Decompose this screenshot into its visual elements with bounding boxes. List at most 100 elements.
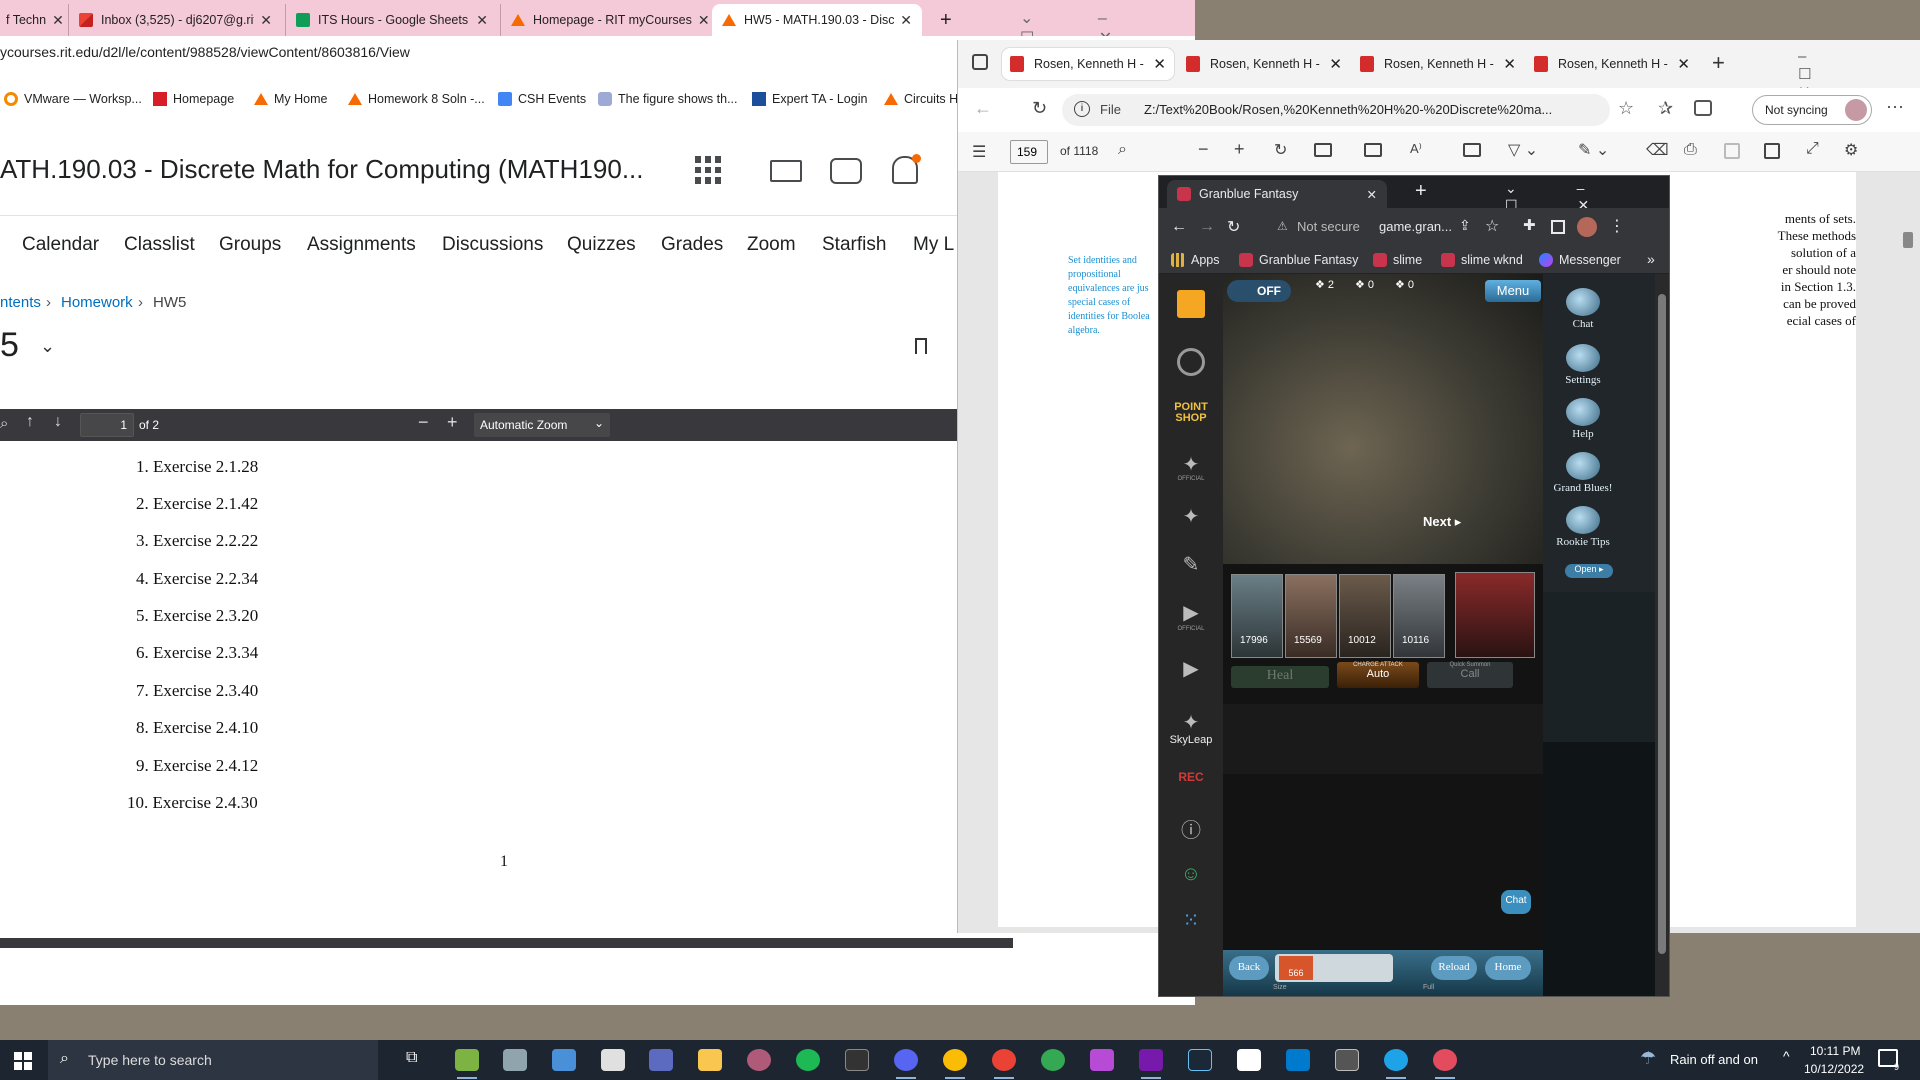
tab-actions-icon[interactable]: [972, 54, 988, 70]
nav-more[interactable]: My L: [913, 234, 954, 256]
scrollbar[interactable]: [1655, 274, 1669, 996]
refresh-icon[interactable]: ↻: [1032, 98, 1047, 119]
breadcrumb-content[interactable]: ntents: [0, 294, 41, 311]
close-icon[interactable]: ✕: [692, 12, 710, 29]
twitter-icon[interactable]: ✦: [1173, 498, 1209, 534]
chevron-up-icon[interactable]: ^: [1783, 1048, 1790, 1064]
quick-summon-button[interactable]: Quick Summon Call: [1427, 662, 1513, 688]
bookmark-csh-events[interactable]: CSH Events: [498, 92, 586, 106]
chrome-icon[interactable]: [1041, 1049, 1065, 1071]
video-icon[interactable]: ▶: [1173, 650, 1209, 686]
highlight-icon[interactable]: ✎ ⌄: [1578, 140, 1609, 160]
tab-hw5[interactable]: HW5 - MATH.190.03 - Discre ✕: [712, 4, 922, 36]
url-field[interactable]: i File Z:/Text%20Book/Rosen,%20Kenneth%2…: [1062, 94, 1610, 126]
summon-card[interactable]: [1455, 572, 1535, 658]
chrome-icon[interactable]: [992, 1049, 1016, 1079]
contents-icon[interactable]: ☰: [972, 142, 986, 162]
heal-button[interactable]: Heal: [1231, 666, 1329, 688]
arrow-up-icon[interactable]: ↑: [26, 413, 34, 431]
grand-blues-button[interactable]: Grand Blues!: [1553, 452, 1613, 494]
close-icon[interactable]: ✕: [254, 12, 272, 29]
tab-gmail[interactable]: Inbox (3,525) - dj6207@g.rit ✕: [68, 4, 282, 36]
bookmark-slime[interactable]: slime: [1373, 253, 1422, 267]
text-box-icon[interactable]: [1463, 143, 1481, 157]
tab-granblue[interactable]: Granblue Fantasy ✕: [1167, 180, 1387, 208]
more-icon[interactable]: ···: [1886, 96, 1904, 117]
favorites-icon[interactable]: ☆: [1618, 98, 1634, 119]
clock-date[interactable]: 10/12/2022: [1804, 1062, 1864, 1076]
apps-grid-icon[interactable]: [695, 156, 723, 184]
edge-icon[interactable]: [1384, 1049, 1408, 1079]
fit-page-icon[interactable]: [1314, 143, 1332, 157]
save-icon[interactable]: [1724, 143, 1740, 159]
bookmark-circuits[interactable]: Circuits H: [884, 92, 958, 106]
nav-starfish[interactable]: Starfish: [822, 234, 886, 256]
bookmark-figure[interactable]: The figure shows th...: [598, 92, 738, 106]
tab-rosen-2[interactable]: Rosen, Kenneth H - ✕: [1178, 48, 1350, 80]
reload-button[interactable]: Reload: [1431, 956, 1477, 980]
message-alerts-icon[interactable]: [830, 158, 862, 184]
url-text[interactable]: ycourses.rit.edu/d2l/le/content/988528/v…: [0, 44, 410, 60]
avatar[interactable]: [1577, 217, 1597, 237]
nav-quizzes[interactable]: Quizzes: [567, 234, 636, 256]
extensions-icon[interactable]: ✚: [1523, 216, 1536, 234]
chevron-down-icon[interactable]: ⌄: [40, 336, 55, 357]
bookmark-homepage[interactable]: Homepage: [153, 92, 234, 106]
tab-rit[interactable]: f Techn ✕: [0, 4, 62, 36]
chrome-icon[interactable]: [1433, 1049, 1457, 1079]
zoom-in-icon[interactable]: +: [1234, 139, 1245, 160]
weather-icon[interactable]: ☂: [1640, 1048, 1656, 1069]
collections-icon[interactable]: [1694, 100, 1712, 116]
tab-rosen-3[interactable]: Rosen, Kenneth H - ✕: [1352, 48, 1524, 80]
bookmark-my-home[interactable]: My Home: [254, 92, 327, 106]
mail-icon[interactable]: [770, 160, 802, 182]
refresh-icon[interactable]: ↻: [1227, 217, 1240, 237]
course-title[interactable]: ATH.190.03 - Discrete Math for Computing…: [0, 154, 644, 185]
terminal-icon[interactable]: [845, 1049, 869, 1071]
task-view-icon[interactable]: ⧉: [406, 1049, 417, 1067]
tab-google-sheets[interactable]: ITS Hours - Google Sheets ✕: [285, 4, 498, 36]
coin-icon[interactable]: [1173, 344, 1209, 380]
page-view-icon[interactable]: [1364, 143, 1382, 157]
bookmark-messenger[interactable]: Messenger: [1539, 253, 1621, 267]
chat-bubble-button[interactable]: Chat: [1501, 890, 1531, 914]
read-aloud-icon[interactable]: A⁾: [1410, 141, 1422, 157]
grid-icon[interactable]: ⁙: [1173, 902, 1209, 938]
zoom-in-button[interactable]: +: [447, 412, 458, 433]
fullscreen-icon[interactable]: ⤢: [1806, 140, 1819, 158]
clock-time[interactable]: 10:11 PM: [1810, 1044, 1860, 1058]
close-icon[interactable]: ✕: [1367, 187, 1377, 202]
rookie-tips-button[interactable]: Rookie Tips: [1553, 506, 1613, 548]
close-icon[interactable]: ✕: [470, 12, 488, 29]
info-icon[interactable]: i: [1074, 101, 1090, 117]
menu-button[interactable]: Menu: [1485, 280, 1541, 302]
close-icon[interactable]: ✕: [1329, 55, 1342, 73]
tab-rit-homepage[interactable]: Homepage - RIT myCourses ✕: [500, 4, 710, 36]
calendar-icon[interactable]: [1173, 286, 1209, 322]
share-icon[interactable]: ⇪: [1459, 217, 1471, 234]
point-shop-label[interactable]: POINT SHOP: [1165, 402, 1217, 424]
nav-groups[interactable]: Groups: [219, 234, 281, 256]
bookmark-icon[interactable]: [915, 338, 927, 354]
settings-button[interactable]: Settings: [1553, 344, 1613, 386]
sidebar-icon[interactable]: [1551, 220, 1565, 234]
bookmark-apps[interactable]: Apps: [1171, 253, 1220, 267]
taskbar-search[interactable]: ⌕ Type here to search: [48, 1040, 378, 1080]
back-button[interactable]: Back: [1229, 956, 1269, 980]
tab-rosen-4[interactable]: Rosen, Kenneth H - ✕: [1526, 48, 1698, 80]
url-text[interactable]: game.gran...: [1379, 219, 1452, 234]
close-icon[interactable]: ✕: [894, 12, 912, 29]
scrollbar-thumb[interactable]: [1658, 294, 1666, 954]
nav-grades[interactable]: Grades: [661, 234, 723, 256]
sync-button[interactable]: Not syncing: [1752, 95, 1872, 125]
zoom-select[interactable]: Automatic Zoom ⌄: [474, 413, 610, 437]
weather-text[interactable]: Rain off and on: [1670, 1052, 1758, 1067]
bookmark-vmware[interactable]: VMware — Worksp...: [4, 92, 142, 106]
breadcrumb-homework[interactable]: Homework: [61, 294, 133, 311]
close-icon[interactable]: ✕: [1153, 55, 1166, 73]
party-member-4[interactable]: 10116: [1393, 574, 1445, 658]
zoom-out-icon[interactable]: −: [1198, 139, 1209, 160]
chat-button[interactable]: Chat: [1553, 288, 1613, 330]
onenote-icon[interactable]: [1139, 1049, 1163, 1079]
rotate-icon[interactable]: ↻: [1274, 140, 1287, 160]
